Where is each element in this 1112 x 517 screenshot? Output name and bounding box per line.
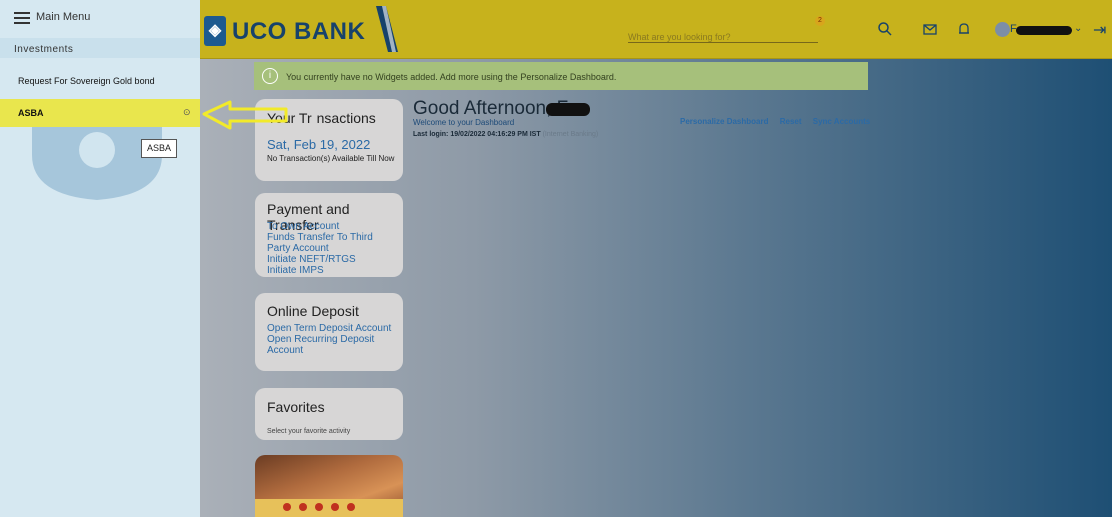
widget-title-part: nsactions xyxy=(316,110,376,126)
welcome-text: Welcome to your Dashboard xyxy=(413,118,515,127)
personalize-dashboard-link[interactable]: Personalize Dashboard xyxy=(680,117,768,126)
sidebar-header xyxy=(0,0,200,34)
section-label: Investments xyxy=(14,44,74,55)
promo-dot xyxy=(283,503,291,511)
promo-dot xyxy=(347,503,355,511)
greeting-title: Good Afternoon, F xyxy=(413,98,569,119)
promo-banner[interactable] xyxy=(255,455,403,517)
last-login-time: Last login: 19/02/2022 04:16:29 PM IST xyxy=(413,131,541,138)
search-input[interactable]: What are you looking for? xyxy=(628,32,818,43)
promo-dot xyxy=(331,503,339,511)
favorites-widget: Favorites Select your favorite activity xyxy=(255,388,403,440)
search-icon[interactable] xyxy=(876,21,894,39)
mail-icon[interactable] xyxy=(921,21,939,39)
bank-logo-icon[interactable]: ◈ xyxy=(204,16,226,46)
to-own-account-link[interactable]: To Own Account xyxy=(267,221,339,232)
main-menu-title[interactable]: Main Menu xyxy=(36,11,90,23)
user-name-redacted xyxy=(1016,26,1072,35)
annotation-arrow-icon xyxy=(202,100,288,130)
transactions-note: No Transaction(s) Available Till Now xyxy=(267,154,395,163)
logout-icon[interactable]: ⇥ xyxy=(1093,20,1106,40)
sidebar-item-label: ASBA xyxy=(18,108,44,118)
logo-slash-icon xyxy=(376,6,398,52)
last-login: Last login: 19/02/2022 04:16:29 PM IST (… xyxy=(413,131,598,138)
hamburger-icon[interactable] xyxy=(14,12,30,24)
login-channel: (Internet Banking) xyxy=(542,131,599,138)
notification-badge: 2 xyxy=(815,16,825,26)
asba-tooltip: ASBA xyxy=(141,139,177,158)
sync-accounts-link[interactable]: Sync Accounts xyxy=(813,117,871,126)
favorites-note: Select your favorite activity xyxy=(267,428,351,435)
sidebar-menu: Main Menu Investments Request For Sovere… xyxy=(0,0,200,517)
online-deposit-widget: Online Deposit Open Term Deposit Account… xyxy=(255,293,403,371)
reset-link[interactable]: Reset xyxy=(780,117,802,126)
sidebar-item-sovereign-gold-bond[interactable]: Request For Sovereign Gold bond xyxy=(18,76,155,86)
avatar[interactable] xyxy=(995,22,1010,37)
recurring-deposit-link[interactable]: Open Recurring Deposit Account xyxy=(267,334,391,356)
user-name-redacted xyxy=(546,103,590,116)
chevron-down-icon[interactable]: ⌄ xyxy=(1074,23,1082,34)
payment-transfer-widget: Payment and Transfer To Own Account Fund… xyxy=(255,193,403,277)
brand-name[interactable]: UCO BANK xyxy=(232,18,365,46)
sidebar-item-asba[interactable]: ASBA ⊙ xyxy=(0,99,200,127)
info-banner-text: You currently have no Widgets added. Add… xyxy=(286,72,617,82)
bell-icon[interactable] xyxy=(955,21,973,39)
promo-dot xyxy=(299,503,307,511)
widget-title: Favorites xyxy=(267,399,325,415)
dashboard-actions: Personalize Dashboard Reset Sync Account… xyxy=(680,117,879,126)
promo-band xyxy=(255,499,403,517)
info-icon: i xyxy=(262,68,278,84)
imps-link[interactable]: Initiate IMPS xyxy=(267,265,324,276)
promo-dot xyxy=(315,503,323,511)
term-deposit-link[interactable]: Open Term Deposit Account xyxy=(267,323,391,334)
neft-rtgs-link[interactable]: Initiate NEFT/RTGS xyxy=(267,254,356,265)
sidebar-section-investments[interactable]: Investments xyxy=(0,38,200,58)
circle-arrow-icon[interactable]: ⊙ xyxy=(183,107,191,118)
third-party-transfer-link[interactable]: Funds Transfer To Third Party Account xyxy=(267,232,395,254)
widget-title: Online Deposit xyxy=(267,303,359,319)
